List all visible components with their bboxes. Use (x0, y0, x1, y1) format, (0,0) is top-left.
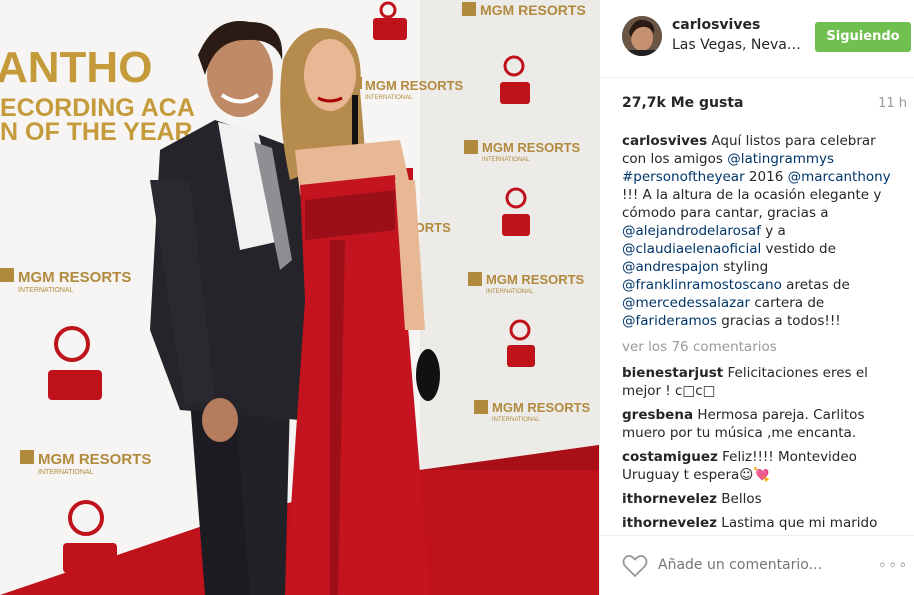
comment-text: Bellos (717, 491, 762, 507)
comment-item: gresbena Hermosa pareja. Carlitos muero … (622, 406, 894, 442)
caption-mention-link[interactable]: @latingrammys (727, 151, 834, 167)
caption-mention-link[interactable]: @claudiaelenaoficial (622, 241, 761, 257)
caption-text: aretas de (781, 277, 850, 293)
caption-mention-link[interactable]: #personoftheyear (622, 169, 745, 185)
svg-text:MGM RESORTS: MGM RESORTS (38, 451, 151, 468)
comment-item: costamiguez Feliz!!!! Montevideo Uruguay… (622, 448, 894, 484)
svg-text:INTERNATIONAL: INTERNATIONAL (492, 417, 540, 423)
caption-text: !!! A la altura de la ocasión elegante y… (622, 187, 882, 221)
svg-text:INTERNATIONAL: INTERNATIONAL (365, 95, 413, 101)
avatar-image (622, 16, 662, 56)
comment-username[interactable]: ithornevelez (622, 515, 717, 531)
location-link[interactable]: Las Vegas, Neva… (672, 37, 801, 53)
backdrop-year-text: N OF THE YEAR (0, 118, 193, 146)
comments-section: carlosvives Aquí listos para celebrar co… (622, 132, 894, 532)
svg-text:INTERNATIONAL: INTERNATIONAL (38, 469, 94, 476)
likes-count[interactable]: 27,7k Me gusta (622, 95, 744, 111)
post-caption: carlosvives Aquí listos para celebrar co… (622, 132, 894, 330)
comment-username[interactable]: bienestarjust (622, 365, 723, 381)
post-image: ANTHO ECORDING ACA N OF THE YEAR MGM RES… (0, 0, 599, 595)
svg-text:INTERNATIONAL: INTERNATIONAL (482, 157, 530, 163)
svg-text:MGM RESORTS: MGM RESORTS (480, 2, 586, 18)
svg-text:MGM RESORTS: MGM RESORTS (18, 269, 131, 286)
post-photo[interactable]: ANTHO ECORDING ACA N OF THE YEAR MGM RES… (0, 0, 599, 595)
heart-outline-icon[interactable] (622, 554, 648, 578)
caption-text: gracias a todos!!! (716, 313, 841, 329)
comment-item: bienestarjust Felicitaciones eres el mej… (622, 364, 894, 400)
comment-username[interactable]: gresbena (622, 407, 693, 423)
caption-mention-link[interactable]: @marcanthony (788, 169, 891, 185)
caption-mention-link[interactable]: @mercedessalazar (622, 295, 750, 311)
caption-mention-link[interactable]: @alejandrodelarosaf (622, 223, 761, 239)
comment-username[interactable]: ithornevelez (622, 491, 717, 507)
post-header: carlosvives Las Vegas, Neva… Siguiendo (600, 0, 914, 78)
backdrop-anthony-text: ANTHO (0, 43, 152, 92)
svg-text:INTERNATIONAL: INTERNATIONAL (486, 289, 534, 295)
svg-text:MGM RESORTS: MGM RESORTS (482, 140, 581, 155)
caption-text: vestido de (761, 241, 836, 257)
svg-text:MGM RESORTS: MGM RESORTS (486, 272, 585, 287)
comment-bar: ◦◦◦ (600, 535, 914, 595)
svg-text:MGM RESORTS: MGM RESORTS (492, 400, 591, 415)
post-stats: 27,7k Me gusta 11 h (622, 95, 907, 115)
comment-list: bienestarjust Felicitaciones eres el mej… (622, 364, 894, 532)
post-time[interactable]: 11 h (878, 96, 907, 111)
add-comment-input[interactable] (658, 554, 868, 576)
caption-mention-link[interactable]: @franklinramostoscano (622, 277, 782, 293)
svg-text:MGM RESORTS: MGM RESORTS (365, 78, 464, 93)
caption-text: cartera de (750, 295, 825, 311)
caption-text: 2016 (744, 169, 788, 185)
caption-mention-link[interactable]: @andrespajon (622, 259, 719, 275)
caption-mention-link[interactable]: @farideramos (622, 313, 717, 329)
comment-item: ithornevelez Lastima que mi marido no (622, 514, 894, 532)
post-side-panel: carlosvives Las Vegas, Neva… Siguiendo 2… (599, 0, 914, 595)
caption-username[interactable]: carlosvives (622, 133, 707, 149)
username[interactable]: carlosvives (672, 17, 760, 33)
avatar[interactable] (622, 16, 662, 56)
comment-item: ithornevelez Bellos (622, 490, 894, 508)
caption-text: y a (760, 223, 786, 239)
view-all-comments-link[interactable]: ver los 76 comentarios (622, 338, 894, 356)
svg-text:INTERNATIONAL: INTERNATIONAL (18, 287, 74, 294)
more-dots-icon[interactable]: ◦◦◦ (878, 558, 909, 574)
following-button[interactable]: Siguiendo (815, 22, 911, 52)
caption-text: styling (718, 259, 769, 275)
comment-username[interactable]: costamiguez (622, 449, 718, 465)
